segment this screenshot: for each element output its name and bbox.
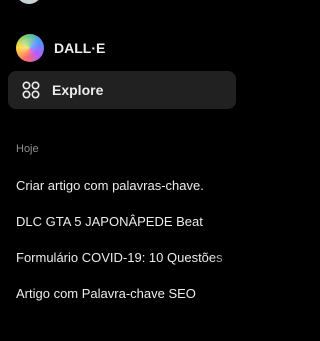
chat-title: Criar artigo com palavras-chave. [16, 177, 204, 193]
sidebar-item-label: DALL·E [54, 40, 106, 56]
chat-title: Formulário COVID-19: 10 Questões [16, 249, 223, 265]
grid-icon [20, 79, 42, 101]
gpt-avatar[interactable] [16, 0, 42, 4]
sidebar-item-label: Explore [52, 82, 104, 98]
chat-title: Artigo com Palavra-chave SEO [16, 285, 196, 301]
sidebar: DALL·E Explore Hoje Criar artigo com pal… [0, 0, 246, 341]
dalle-logo-icon [16, 34, 44, 62]
history-section-header: Hoje [16, 143, 39, 155]
sidebar-item-dalle[interactable]: DALL·E [8, 29, 236, 67]
chat-history-item[interactable]: DLC GTA 5 JAPONÂPEDE Beat [8, 204, 238, 238]
chat-history-item[interactable]: Criar artigo com palavras-chave. [8, 168, 238, 202]
chat-history-item[interactable]: Formulário COVID-19: 10 Questões [8, 240, 238, 274]
sidebar-item-explore[interactable]: Explore [8, 71, 236, 109]
chat-title: DLC GTA 5 JAPONÂPEDE Beat [16, 213, 203, 229]
chat-history-item[interactable]: Artigo com Palavra-chave SEO [8, 276, 238, 310]
